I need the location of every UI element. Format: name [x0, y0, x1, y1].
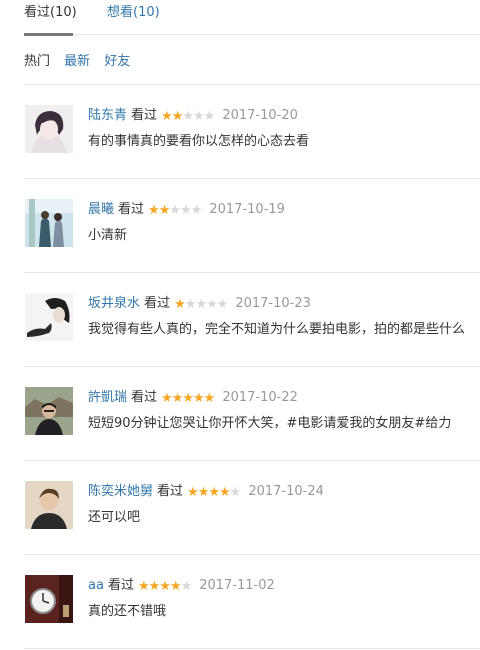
review-username[interactable]: 陈奕米她舅	[88, 484, 153, 499]
star-filled-icon: ★	[171, 109, 184, 124]
avatar[interactable]	[25, 481, 73, 529]
star-empty-icon: ★	[180, 579, 193, 594]
tab-want-to-watch[interactable]: 想看(10)	[107, 4, 160, 22]
review-comment: 短短90分钟让您哭让你开怀大笑，#电影请爱我的女朋友#给力	[88, 416, 452, 431]
star-filled-icon: ★	[171, 391, 184, 406]
review-list: 陆东青 看过 ★★★★★ 2017-10-20 有的事情真的要看你以怎样的心态去看 晨…	[24, 84, 480, 649]
star-filled-icon: ★	[182, 391, 194, 406]
review-comment: 我觉得有些人真的，完全不知道为什么要拍电影，拍的都是些什么	[88, 322, 466, 337]
rating-stars: ★★★★★	[161, 108, 216, 126]
star-filled-icon: ★	[174, 297, 186, 312]
avatar[interactable]	[25, 387, 73, 435]
review-status: 看过	[118, 202, 145, 217]
avatar[interactable]	[25, 105, 73, 153]
star-filled-icon: ★	[219, 485, 231, 500]
review-date: 2017-10-22	[222, 390, 298, 405]
sort-filter-bar: 热门 最新 好友	[24, 53, 480, 73]
star-filled-icon: ★	[158, 203, 171, 218]
star-filled-icon: ★	[197, 485, 210, 500]
review-comment: 小清新	[88, 228, 128, 243]
star-empty-icon: ★	[229, 485, 242, 500]
star-empty-icon: ★	[190, 203, 203, 218]
list-bottom-divider	[24, 648, 480, 649]
review-date: 2017-10-20	[222, 108, 298, 123]
star-filled-icon: ★	[208, 485, 220, 500]
tab-bar: 看过(10) 想看(10)	[24, 0, 480, 36]
avatar[interactable]	[25, 293, 73, 341]
star-filled-icon: ★	[187, 485, 199, 500]
tab-watched[interactable]: 看过(10)	[24, 4, 77, 22]
review-username[interactable]: 坂井泉水	[88, 296, 140, 311]
review-username[interactable]: 許凱瑞	[88, 390, 127, 405]
review-date: 2017-10-24	[248, 484, 324, 499]
review-status: 看过	[131, 108, 158, 123]
rating-stars: ★★★★★	[174, 296, 229, 314]
star-empty-icon: ★	[193, 109, 205, 124]
filter-hot[interactable]: 热门	[24, 53, 50, 71]
star-filled-icon: ★	[161, 391, 173, 406]
review-status: 看过	[131, 390, 158, 405]
review-status: 看过	[107, 578, 134, 593]
active-tab-indicator	[24, 33, 73, 36]
review-item: aa 看过 ★★★★★ 2017-11-02 真的还不错哦	[24, 554, 480, 648]
rating-stars: ★★★★★	[137, 578, 193, 596]
review-comment: 真的还不错哦	[88, 604, 167, 619]
rating-stars: ★★★★★	[148, 202, 203, 220]
star-empty-icon: ★	[203, 109, 216, 124]
star-empty-icon: ★	[184, 297, 197, 312]
review-item: 晨曦 看过 ★★★★★ 2017-10-19 小清新	[24, 178, 480, 272]
avatar[interactable]	[25, 575, 73, 623]
star-filled-icon: ★	[159, 579, 171, 594]
review-status: 看过	[157, 484, 184, 499]
avatar[interactable]	[25, 199, 73, 247]
star-filled-icon: ★	[169, 579, 182, 594]
review-comment: 还可以吧	[88, 510, 141, 525]
star-filled-icon: ★	[137, 579, 150, 594]
star-empty-icon: ★	[169, 203, 181, 218]
filter-latest[interactable]: 最新	[64, 53, 90, 71]
star-empty-icon: ★	[206, 297, 218, 312]
review-username[interactable]: 陆东青	[88, 108, 127, 123]
star-empty-icon: ★	[216, 297, 229, 312]
star-filled-icon: ★	[148, 579, 161, 594]
star-filled-icon: ★	[161, 109, 173, 124]
rating-stars: ★★★★★	[187, 484, 242, 502]
review-date: 2017-11-02	[199, 578, 275, 593]
star-filled-icon: ★	[203, 391, 216, 406]
review-item: 許凱瑞 看过 ★★★★★ 2017-10-22 短短90分钟让您哭让你开怀大笑，#电影…	[24, 366, 480, 460]
review-username[interactable]: 晨曦	[88, 202, 114, 217]
review-status: 看过	[144, 296, 171, 311]
review-date: 2017-10-19	[209, 202, 285, 217]
review-date: 2017-10-23	[235, 296, 311, 311]
review-item: 陈奕米她舅 看过 ★★★★★ 2017-10-24 还可以吧	[24, 460, 480, 554]
rating-stars: ★★★★★	[161, 390, 216, 408]
star-empty-icon: ★	[180, 203, 192, 218]
star-filled-icon: ★	[148, 203, 160, 218]
star-filled-icon: ★	[193, 391, 205, 406]
review-username[interactable]: aa	[88, 578, 104, 593]
filter-friends[interactable]: 好友	[104, 53, 130, 71]
review-item: 坂井泉水 看过 ★★★★★ 2017-10-23 我觉得有些人真的，完全不知道为什么要…	[24, 272, 480, 366]
star-empty-icon: ★	[195, 297, 207, 312]
review-item: 陆东青 看过 ★★★★★ 2017-10-20 有的事情真的要看你以怎样的心态去看	[24, 84, 480, 178]
review-comment: 有的事情真的要看你以怎样的心态去看	[88, 134, 310, 149]
star-empty-icon: ★	[182, 109, 194, 124]
